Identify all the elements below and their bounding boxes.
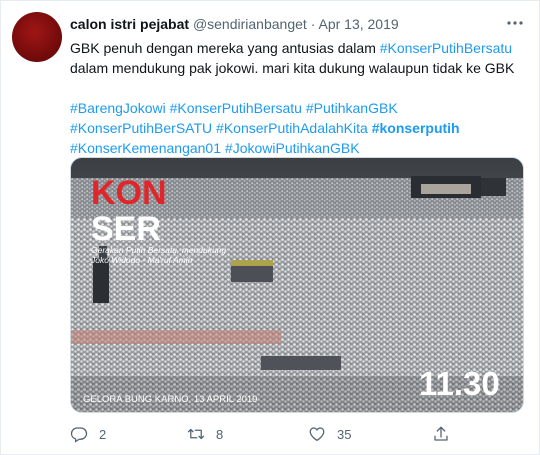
reply-count: 2 [99,426,107,442]
hashtags-line-2: #KonserPutihBerSATU #KonserPutihAdalahKi… [70,118,520,138]
retweet-count: 8 [216,426,224,442]
hashtag-link[interactable]: #BarengJokowi [70,100,166,116]
hashtag-link[interactable]: #KonserKemenangan01 [70,140,221,156]
share-button[interactable] [432,425,461,443]
media-subtitle-1: Gerakan Putih Bersatu, mendukung [91,245,226,255]
hashtag-link[interactable]: #PutihkanGBK [306,100,398,116]
hashtags-line-1: #BarengJokowi #KonserPutihBersatu #Putih… [70,98,520,118]
separator-dot: · [310,16,316,32]
hashtag-link[interactable]: #JokowiPutihkanGBK [225,140,360,156]
retweet-button[interactable]: 8 [187,425,223,443]
reply-button[interactable]: 2 [70,425,106,443]
retweet-icon [187,428,205,440]
tweet-text: GBK penuh dengan mereka yang antusias da… [70,38,520,158]
more-options-icon[interactable] [506,17,524,29]
like-icon [309,427,325,442]
hashtag-link[interactable]: #konserputih [372,120,460,136]
media-subtitle-2: Joko Widodo - Ma'ruf Amin [90,255,193,265]
media-location-date: GELORA BUNG KARNO, 13 APRIL 2019 [83,394,257,405]
like-count: 35 [337,426,352,442]
tweet-actions: 2 8 35 [0,425,540,445]
hashtag-link[interactable]: #KonserPutihBersatu [380,40,512,56]
tweet-text-part2: dalam mendukung pak jokowi. mari kita du… [70,60,515,76]
media-title-bottom: SER [91,210,161,248]
concert-crowd-photo: KON SER Gerakan Putih Bersatu, mendukung… [71,158,523,412]
hashtag-link[interactable]: #KonserPutihBersatu [170,100,302,116]
reply-icon [70,427,88,443]
hashtag-link[interactable]: #KonserPutihAdalahKita [216,120,368,136]
tweet-text-part1: GBK penuh dengan mereka yang antusias da… [70,40,376,56]
like-button[interactable]: 35 [308,425,351,443]
avatar[interactable] [12,12,62,62]
tweet-header: calon istri pejabat @sendirianbanget · A… [70,15,399,33]
share-icon [434,426,448,441]
author-name[interactable]: calon istri pejabat [70,16,189,32]
media-title-top: KON [91,174,167,212]
author-handle[interactable]: @sendirianbanget [193,16,307,32]
tweet-date[interactable]: Apr 13, 2019 [318,16,398,32]
hashtag-link[interactable]: #KonserPutihBerSATU [70,120,212,136]
media-time: 11.30 [419,365,500,402]
tweet-media-image[interactable]: KON SER Gerakan Putih Bersatu, mendukung… [70,157,524,413]
hashtags-line-3: #KonserKemenangan01 #JokowiPutihkanGBK [70,138,520,158]
